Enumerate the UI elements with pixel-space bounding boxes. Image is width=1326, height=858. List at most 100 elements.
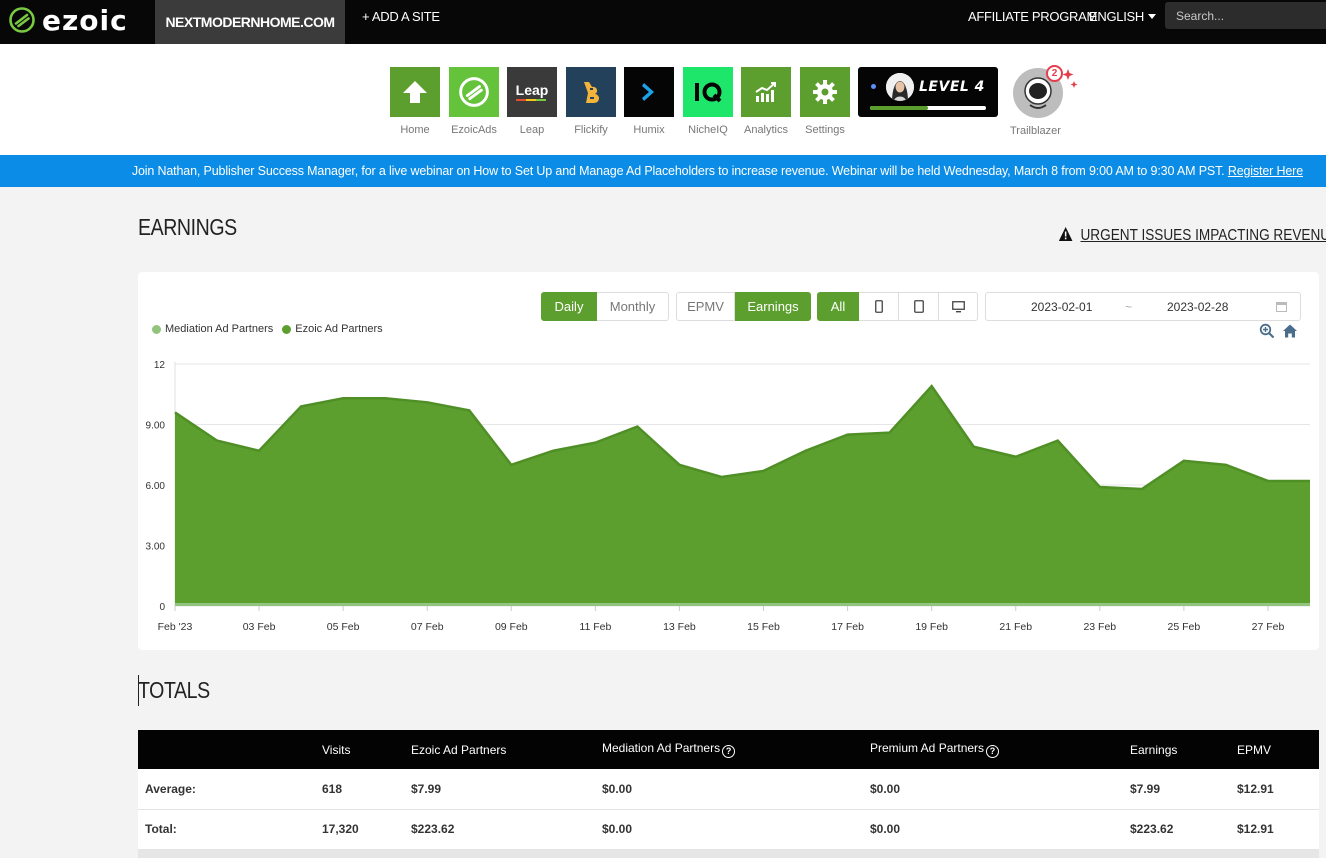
cell-epmv: $12.91 (1237, 769, 1319, 810)
register-here-link[interactable]: Register Here (1228, 164, 1303, 178)
urgent-issues[interactable]: URGENT ISSUES IMPACTING REVENUE (8) (1058, 226, 1326, 245)
x-tick-label: 25 Feb (1168, 621, 1201, 633)
app-ezoicads[interactable]: EzoicAds (449, 67, 499, 136)
site-selector-tab[interactable]: NEXTMODERNHOME.COM (155, 0, 345, 44)
cell-visits: 618 (322, 769, 411, 810)
trailblazer-label: Trailblazer (1010, 125, 1061, 137)
date-separator: ~ (1125, 300, 1133, 314)
table-row-average: Average: 618 $7.99 $0.00 $0.00 $7.99 $12… (138, 769, 1319, 810)
ezoic-logo[interactable]: ezoic (8, 4, 128, 37)
mobile-icon (874, 300, 883, 313)
notification-badge: 2 (1046, 65, 1063, 82)
level-card[interactable]: LEVEL 4 (858, 67, 998, 117)
x-tick-label: 23 Feb (1083, 621, 1116, 633)
app-settings[interactable]: Settings (800, 67, 850, 136)
x-tick-label: 09 Feb (495, 621, 528, 633)
caret-down-icon (1147, 14, 1156, 19)
tablet-device-button[interactable] (899, 292, 939, 321)
question-icon[interactable]: ? (722, 745, 736, 758)
language-dropdown[interactable]: ENGLISH (1089, 0, 1156, 34)
app-leap[interactable]: Leap Leap (507, 67, 557, 136)
col-header-earnings[interactable]: Earnings (1130, 730, 1237, 769)
ezoic-logo-icon (9, 7, 35, 33)
legend-swatch (152, 324, 161, 334)
desktop-device-button[interactable] (939, 292, 978, 321)
cell-ezoic: $223.62 (411, 809, 602, 850)
home-icon (390, 67, 440, 117)
legend-label: Ezoic Ad Partners (295, 323, 383, 335)
app-flickify[interactable]: Flickify (566, 67, 616, 136)
col-header-premium[interactable]: Premium Ad Partners? (870, 730, 1130, 769)
date-from[interactable]: 2023-02-01 (1031, 300, 1092, 314)
search-input[interactable] (1165, 2, 1326, 29)
all-devices-button[interactable]: All (817, 292, 859, 321)
zoom-icon[interactable] (1259, 323, 1275, 339)
earnings-button[interactable]: Earnings (735, 292, 811, 321)
col-header-label (138, 730, 322, 769)
x-tick-label: 15 Feb (747, 621, 780, 633)
add-site-link[interactable]: + ADD A SITE (362, 0, 440, 34)
col-header-mediation[interactable]: Mediation Ad Partners? (602, 730, 870, 769)
app-label: Settings (805, 124, 845, 136)
level-label: LEVEL 4 (919, 79, 985, 95)
affiliate-program-link[interactable]: AFFILIATE PROGRAM (968, 0, 1097, 34)
x-tick-label: 07 Feb (411, 621, 444, 633)
legend-label: Mediation Ad Partners (165, 323, 274, 335)
top-nav-bar: ezoic NEXTMODERNHOME.COM + ADD A SITE AF… (0, 0, 1326, 44)
y-tick-label: 6.00 (146, 481, 166, 492)
x-tick-label: 21 Feb (999, 621, 1032, 633)
legend-item-ezoic[interactable]: Ezoic Ad Partners (282, 323, 383, 335)
totals-table: Visits Ezoic Ad Partners Mediation Ad Pa… (138, 730, 1319, 850)
svg-text:Leap: Leap (516, 82, 549, 98)
cell-mediation: $0.00 (602, 809, 870, 850)
warning-icon (1058, 227, 1073, 241)
nicheiq-icon (683, 67, 733, 117)
y-tick-label: 3.00 (146, 542, 166, 553)
period-toggle: Daily Monthly (541, 292, 669, 321)
gear-icon (800, 67, 850, 117)
date-range-picker[interactable]: 2023-02-01 ~ 2023-02-28 (985, 292, 1301, 321)
earnings-area-chart[interactable]: 0 3.00 6.00 9.00 12 Feb '23 03 Feb 05 Feb 07 Feb… (138, 347, 1319, 637)
y-tick-label: 9.00 (146, 421, 166, 432)
trailblazer-badge[interactable]: 2 Trailblazer (1010, 65, 1080, 137)
x-tick-label: 03 Feb (243, 621, 276, 633)
monthly-button[interactable]: Monthly (597, 292, 669, 321)
row-label: Average: (138, 769, 322, 810)
col-header-mediation-label: Mediation Ad Partners (602, 741, 721, 755)
app-nicheiq[interactable]: NicheIQ (683, 67, 733, 136)
leap-icon: Leap (507, 67, 557, 117)
x-tick-label: 27 Feb (1252, 621, 1285, 633)
epmv-button[interactable]: EPMV (676, 292, 735, 321)
avatar (886, 73, 914, 101)
app-analytics[interactable]: Analytics (741, 67, 791, 136)
humix-icon (624, 67, 674, 117)
legend-swatch (282, 324, 292, 334)
col-header-epmv[interactable]: EPMV (1237, 730, 1319, 769)
cell-mediation: $0.00 (602, 769, 870, 810)
totals-title: TOTALS (138, 677, 210, 703)
app-humix[interactable]: Humix (624, 67, 674, 136)
cell-visits: 17,320 (322, 809, 411, 850)
urgent-issues-link[interactable]: URGENT ISSUES IMPACTING REVENUE (8) (1080, 227, 1326, 244)
metric-toggle: EPMV Earnings (676, 292, 811, 321)
mediation-baseline-strip (175, 603, 1310, 606)
astronaut-icon (1013, 68, 1078, 118)
mobile-device-button[interactable] (859, 292, 899, 321)
daily-button[interactable]: Daily (541, 292, 597, 321)
app-launcher-strip: Home EzoicAds Leap Leap Flickify Humix N… (0, 44, 1326, 155)
chart-legend: Mediation Ad Partners Ezoic Ad Partners (152, 323, 392, 335)
earnings-title: EARNINGS (138, 214, 237, 240)
app-home[interactable]: Home (390, 67, 440, 136)
x-tick-label: 11 Feb (579, 621, 611, 633)
table-header-row: Visits Ezoic Ad Partners Mediation Ad Pa… (138, 730, 1319, 769)
col-header-visits[interactable]: Visits (322, 730, 411, 769)
col-header-ezoic[interactable]: Ezoic Ad Partners (411, 730, 602, 769)
earnings-chart-card: Daily Monthly EPMV Earnings All 2023-02-… (138, 272, 1319, 650)
horizontal-scrollbar[interactable] (138, 850, 1319, 858)
date-to[interactable]: 2023-02-28 (1167, 300, 1228, 314)
x-tick-label: Feb '23 (158, 621, 193, 633)
legend-item-mediation[interactable]: Mediation Ad Partners (152, 323, 273, 335)
reset-zoom-home-icon[interactable] (1282, 323, 1298, 339)
question-icon[interactable]: ? (986, 745, 1000, 758)
cell-premium: $0.00 (870, 809, 1130, 850)
